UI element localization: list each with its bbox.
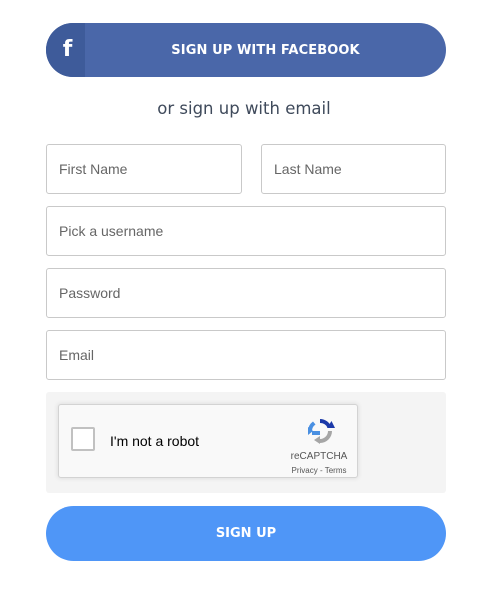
signup-button[interactable]: SIGN UP	[46, 506, 446, 561]
recaptcha-brand-text: reCAPTCHA	[290, 451, 348, 462]
captcha-area: I'm not a robot reCAPTCHA Privacy - Term…	[46, 392, 446, 493]
password-field[interactable]	[46, 268, 446, 318]
recaptcha-widget: I'm not a robot reCAPTCHA Privacy - Term…	[58, 404, 358, 478]
first-name-field[interactable]	[46, 144, 242, 194]
facebook-icon-block: f	[46, 23, 85, 77]
recaptcha-links: Privacy - Terms	[279, 466, 359, 475]
last-name-field[interactable]	[261, 144, 446, 194]
recaptcha-checkbox[interactable]	[71, 427, 95, 451]
recaptcha-terms-link[interactable]: Terms	[325, 466, 347, 475]
recaptcha-logo-icon	[308, 418, 335, 444]
email-field[interactable]	[46, 330, 446, 380]
recaptcha-links-separator: -	[317, 466, 325, 475]
facebook-signup-label: SIGN UP WITH FACEBOOK	[171, 42, 360, 58]
facebook-f-icon: f	[62, 37, 73, 62]
username-field[interactable]	[46, 206, 446, 256]
signup-page: f SIGN UP WITH FACEBOOK or sign up with …	[0, 0, 488, 596]
facebook-signup-button[interactable]: f SIGN UP WITH FACEBOOK	[46, 23, 446, 77]
recaptcha-checkbox-label: I'm not a robot	[110, 433, 200, 449]
recaptcha-privacy-link[interactable]: Privacy	[292, 466, 318, 475]
email-divider-text: or sign up with email	[157, 99, 331, 118]
